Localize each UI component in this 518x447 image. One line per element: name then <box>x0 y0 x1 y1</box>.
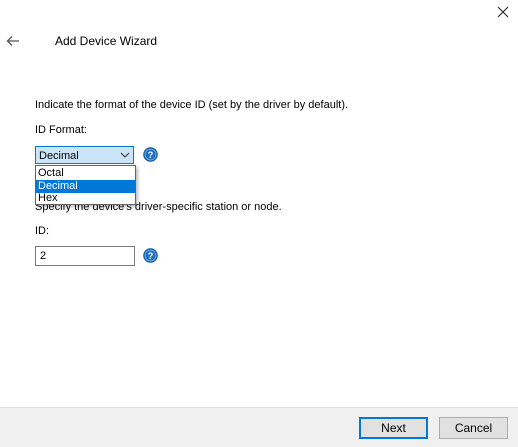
id-input-value: 2 <box>40 250 47 262</box>
id-label: ID: <box>35 225 50 237</box>
chevron-down-icon <box>120 152 130 158</box>
wizard-footer: Next Cancel <box>0 407 518 447</box>
id-format-instruction: Indicate the format of the device ID (se… <box>35 99 349 111</box>
close-icon <box>497 6 509 18</box>
help-icon[interactable]: ? <box>143 147 158 162</box>
cancel-button[interactable]: Cancel <box>439 417 508 439</box>
arrow-left-icon <box>6 36 19 46</box>
id-format-selected-value: Decimal <box>39 150 79 162</box>
svg-text:?: ? <box>148 251 154 261</box>
dropdown-option-octal[interactable]: Octal <box>36 167 135 180</box>
id-format-select[interactable]: Decimal <box>35 146 134 164</box>
svg-text:?: ? <box>148 150 154 160</box>
back-button[interactable] <box>2 30 24 52</box>
id-input[interactable]: 2 <box>35 246 135 266</box>
id-format-dropdown-list: Octal Decimal Hex <box>35 165 136 205</box>
dropdown-option-hex[interactable]: Hex <box>36 192 135 205</box>
next-button[interactable]: Next <box>359 417 428 439</box>
id-format-label: ID Format: <box>35 124 87 136</box>
close-button[interactable] <box>488 0 518 24</box>
help-icon[interactable]: ? <box>143 248 158 263</box>
wizard-title: Add Device Wizard <box>55 34 158 48</box>
